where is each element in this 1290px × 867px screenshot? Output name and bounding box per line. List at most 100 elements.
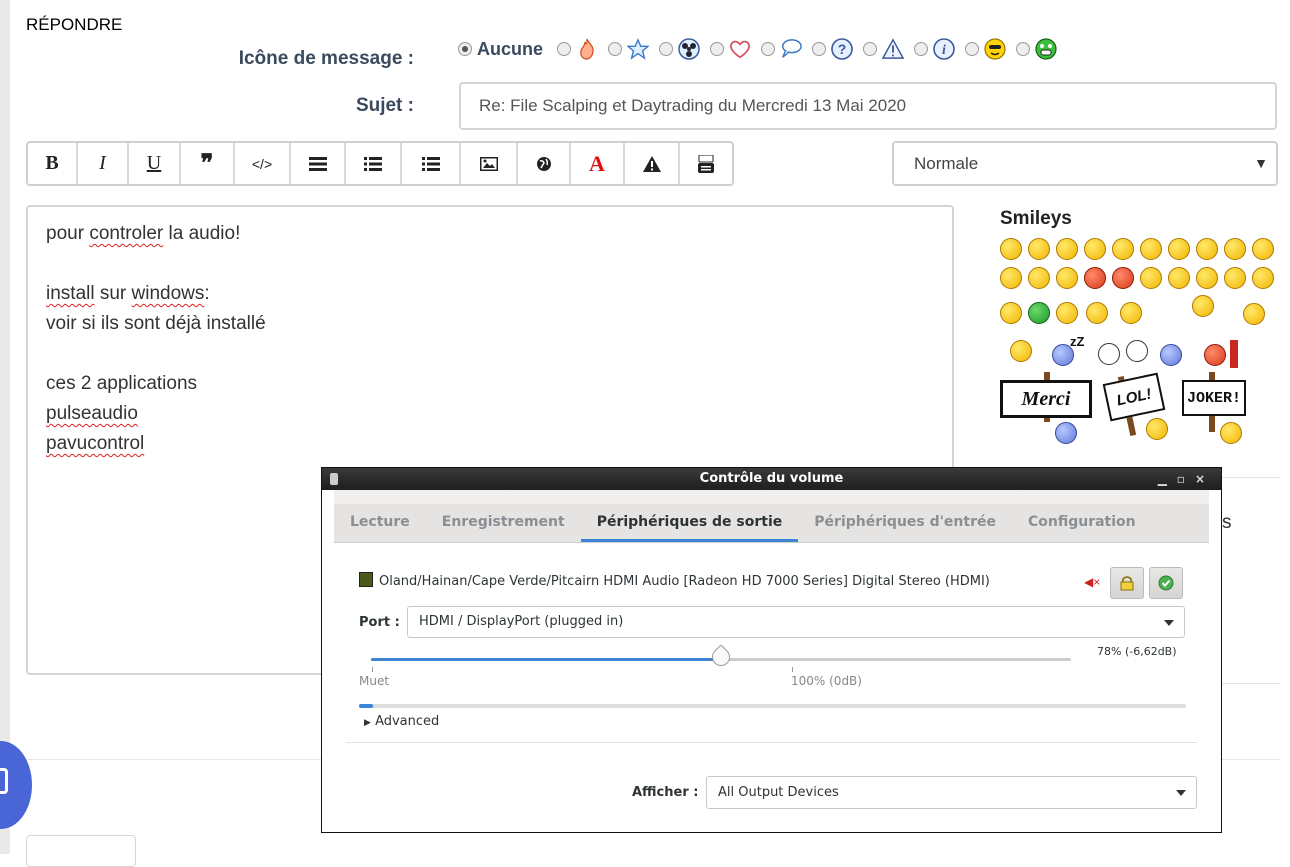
port-select[interactable]: HDMI / DisplayPort (plugged in) <box>407 606 1185 638</box>
smiley-icon[interactable] <box>1086 302 1108 324</box>
icon-radio-radioactive[interactable] <box>659 42 674 56</box>
window-titlebar[interactable]: Contrôle du volume ▁▫× <box>322 468 1221 490</box>
icon-radio-star[interactable] <box>608 42 623 56</box>
font-color-button[interactable]: A <box>571 143 625 184</box>
youtube-icon <box>698 154 714 173</box>
quote-button[interactable]: ❞ <box>181 143 235 184</box>
sad-smiley-icon[interactable] <box>1098 343 1120 365</box>
smiley-icon[interactable] <box>1056 267 1078 289</box>
icon-radio-question[interactable] <box>812 42 827 56</box>
code-button[interactable]: </> <box>235 143 291 184</box>
smiley-icon[interactable] <box>1084 238 1106 260</box>
underline-button[interactable]: U <box>129 143 181 184</box>
smiley-icon[interactable] <box>1000 238 1022 260</box>
editor-line: pavucontrol <box>46 429 934 459</box>
scared-smiley-icon[interactable] <box>1126 340 1148 362</box>
lock-icon <box>1120 576 1134 591</box>
laughing-smiley-icon[interactable] <box>1146 418 1168 440</box>
smiley-icon[interactable] <box>1140 238 1162 260</box>
smiley-icon[interactable] <box>1028 267 1050 289</box>
tab-configuration[interactable]: Configuration <box>1012 504 1152 542</box>
blue-smiley-icon[interactable] <box>1160 344 1182 366</box>
show-devices-select[interactable]: All Output Devices <box>706 776 1197 809</box>
laughing-smiley-icon[interactable] <box>1220 422 1242 444</box>
smiley-icon[interactable] <box>1028 238 1050 260</box>
icon-radio-bubble[interactable] <box>761 42 776 56</box>
icon-radio-green-smiley[interactable] <box>1016 42 1031 56</box>
list-item-button[interactable] <box>402 143 461 184</box>
bold-button[interactable]: B <box>28 143 78 184</box>
smiley-icon[interactable] <box>1140 267 1162 289</box>
icon-radio-yellow-smiley[interactable] <box>965 42 980 56</box>
advanced-expander[interactable]: ▶ Advanced <box>364 714 439 729</box>
question-smiley-icon[interactable] <box>1196 267 1218 289</box>
exclamation-smiley-icon[interactable] <box>1168 267 1190 289</box>
ghost-smiley-icon[interactable] <box>1192 295 1214 317</box>
smiley-icon[interactable] <box>1000 267 1022 289</box>
yellow-smiley-icon <box>984 38 1006 60</box>
font-color-icon: A <box>589 150 605 176</box>
joker-sign[interactable]: JOKER! <box>1182 380 1246 416</box>
icon-radio-warning[interactable] <box>863 42 878 56</box>
volume-slider-handle[interactable] <box>708 644 734 670</box>
icon-radio-info[interactable] <box>914 42 929 56</box>
idea-smiley-icon[interactable] <box>1224 267 1246 289</box>
bottom-button[interactable] <box>26 835 136 867</box>
icon-radio-heart[interactable] <box>710 42 725 56</box>
spoiler-button[interactable] <box>625 143 680 184</box>
image-button[interactable] <box>461 143 518 184</box>
smiley-icon[interactable] <box>1056 302 1078 324</box>
level-meter-fill <box>359 704 373 708</box>
sleep-zz: zZ <box>1070 334 1085 349</box>
font-size-select[interactable]: Normale ▼ <box>892 141 1278 186</box>
youtube-button[interactable] <box>680 143 732 184</box>
smiley-icon[interactable] <box>1112 238 1134 260</box>
thumbs-smiley-icon[interactable] <box>1010 340 1032 362</box>
port-label: Port : <box>359 615 400 630</box>
star-icon <box>627 38 650 60</box>
icon-radio-fire[interactable] <box>557 42 572 56</box>
minimize-icon[interactable]: ▁ <box>1158 472 1177 486</box>
chinese-smiley-icon[interactable] <box>1243 303 1265 325</box>
smiley-icon[interactable] <box>1000 302 1022 324</box>
smiley-icon[interactable] <box>1056 238 1078 260</box>
whistle-smiley-icon[interactable] <box>1120 302 1142 324</box>
red-smiley-icon[interactable] <box>1204 344 1226 366</box>
set-default-button[interactable] <box>1149 567 1183 599</box>
smiley-icon[interactable] <box>1224 238 1246 260</box>
level-meter <box>359 704 1186 708</box>
tab-input-devices[interactable]: Périphériques d'entrée <box>798 504 1012 542</box>
green-smiley-icon[interactable] <box>1028 302 1050 324</box>
list-item-icon <box>421 156 440 171</box>
icon-none-label: Aucune <box>477 38 544 59</box>
angry-smiley-icon[interactable] <box>1112 267 1134 289</box>
bullet-list-button[interactable] <box>346 143 402 184</box>
arrow-smiley-icon[interactable] <box>1252 267 1274 289</box>
close-icon[interactable]: × <box>1195 472 1215 486</box>
maximize-icon[interactable]: ▫ <box>1177 472 1195 486</box>
lock-channels-button[interactable] <box>1110 567 1144 599</box>
window-menu-icon[interactable] <box>330 473 338 485</box>
dropdown-caret-icon <box>1164 620 1174 626</box>
subject-input[interactable]: Re: File Scalping et Daytrading du Mercr… <box>459 82 1277 130</box>
italic-button[interactable]: I <box>78 143 129 184</box>
tab-lecture[interactable]: Lecture <box>334 504 426 542</box>
smiley-icon[interactable] <box>1252 238 1274 260</box>
merci-sign[interactable]: Merci <box>1000 380 1092 418</box>
tab-enregistrement[interactable]: Enregistrement <box>426 504 581 542</box>
list-button[interactable] <box>291 143 346 184</box>
scale-tick <box>372 667 373 672</box>
tab-output-devices[interactable]: Périphériques de sortie <box>580 504 799 542</box>
smiley-icon[interactable] <box>1168 238 1190 260</box>
volume-slider[interactable] <box>371 644 1071 670</box>
note-icon <box>0 768 8 794</box>
icon-radio-none[interactable] <box>458 42 472 56</box>
blue-smiley-icon[interactable] <box>1055 422 1077 444</box>
link-button[interactable] <box>518 143 571 184</box>
advanced-label: Advanced <box>375 714 440 729</box>
lol-sign[interactable]: LOL! <box>1102 372 1166 422</box>
dropdown-caret-icon <box>1176 790 1186 796</box>
smiley-icon[interactable] <box>1196 238 1218 260</box>
window-title: Contrôle du volume <box>699 471 844 486</box>
angry-smiley-icon[interactable] <box>1084 267 1106 289</box>
